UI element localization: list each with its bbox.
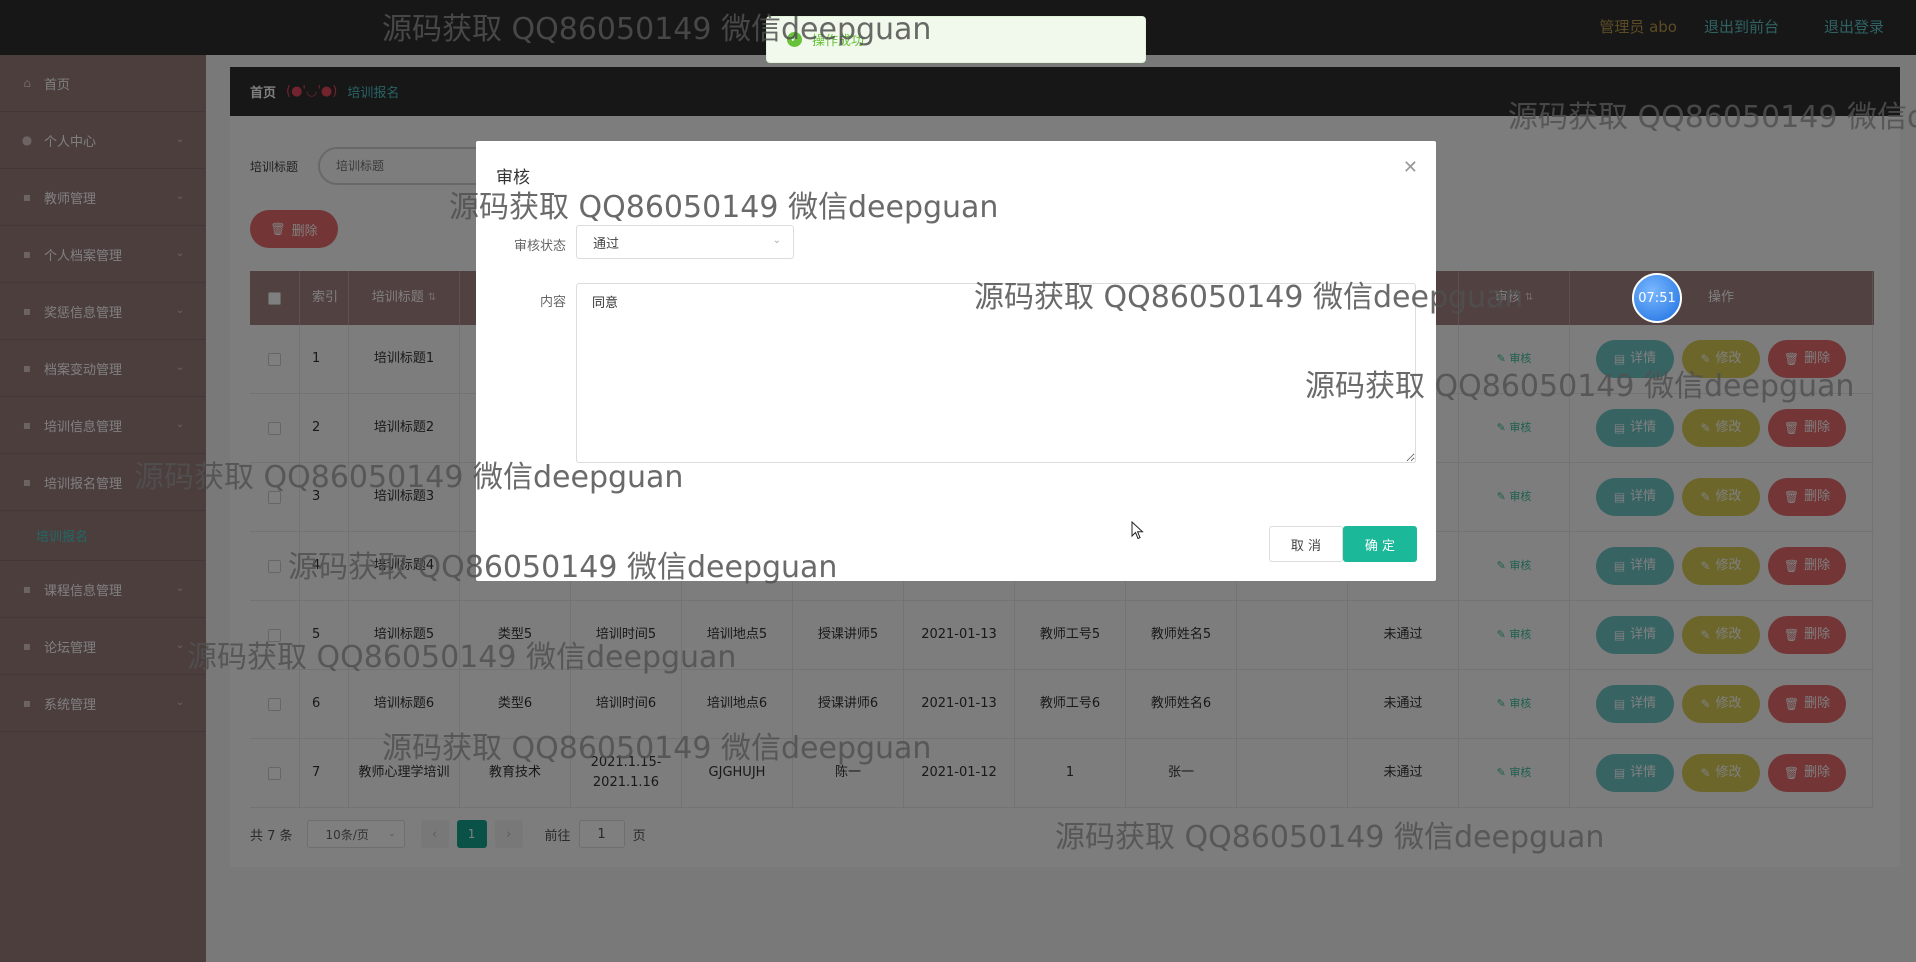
confirm-button[interactable]: 确 定	[1343, 526, 1417, 562]
toast-message: 操作成功	[812, 34, 865, 49]
audit-dialog: 审核 ✕ 审核状态 通过 ⌄ 内容 同意 取 消 确 定	[476, 141, 1436, 581]
audit-content-textarea[interactable]: 同意	[576, 283, 1416, 463]
cancel-button[interactable]: 取 消	[1269, 526, 1343, 562]
audit-status-label: 审核状态	[513, 239, 566, 254]
mouse-cursor-icon	[1131, 521, 1144, 540]
audit-status-value: 通过	[593, 236, 620, 252]
audit-content-label: 内容	[539, 295, 566, 310]
audit-status-select[interactable]: 通过 ⌄	[576, 225, 794, 259]
floating-clock-badge[interactable]: 07:51	[1632, 273, 1682, 323]
close-icon[interactable]: ✕	[1403, 157, 1418, 178]
dialog-title: 审核	[496, 168, 530, 188]
success-toast: ✓ 操作成功	[766, 16, 1146, 63]
check-circle-icon: ✓	[787, 32, 802, 47]
chevron-down-icon: ⌄	[772, 235, 781, 246]
